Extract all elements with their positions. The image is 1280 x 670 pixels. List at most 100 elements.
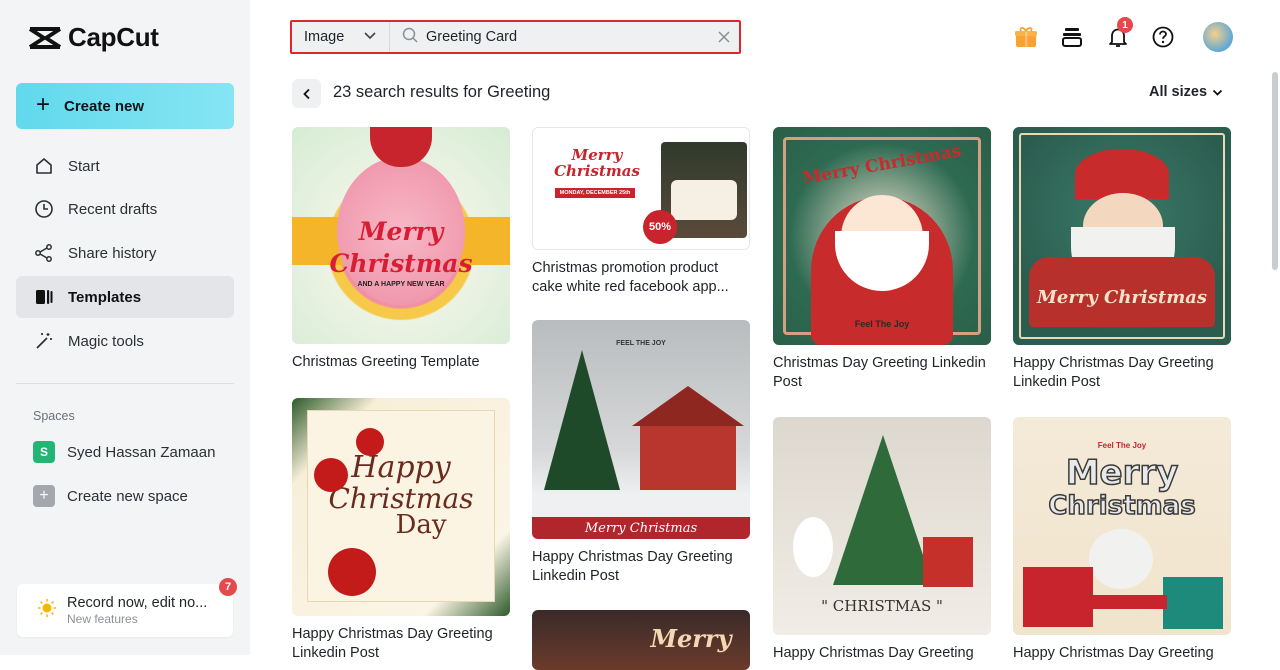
sidebar-item-label: Start <box>68 157 100 175</box>
capcut-logo[interactable]: CapCut <box>28 22 159 53</box>
thumbnail-text: Christmas <box>554 162 640 180</box>
sidebar: CapCut + Create new Start Recent drafts … <box>0 0 250 655</box>
sidebar-item-start[interactable]: Start <box>16 145 234 187</box>
thumbnail-text: Christmas <box>1048 490 1197 522</box>
search-type-value: Image <box>304 29 345 45</box>
layers-icon[interactable] <box>1056 21 1088 53</box>
record-subtitle: New features <box>67 612 138 626</box>
template-card[interactable]: Merry Christmas FEEL THE JOY Happy Chris… <box>532 320 750 585</box>
template-title: Christmas Day Greeting Linkedin Post <box>773 355 986 390</box>
thumbnail-text: FEEL THE JOY <box>616 340 666 347</box>
templates-icon <box>34 287 54 307</box>
space-item[interactable]: S Syed Hassan Zamaan <box>33 441 215 463</box>
thumbnail-text: Merry Christmas <box>1036 287 1208 308</box>
gift-icon[interactable] <box>1010 21 1042 53</box>
record-badge: 7 <box>219 578 237 596</box>
thumbnail-text: Merry Christmas <box>584 521 698 536</box>
sidebar-item-label: Templates <box>68 288 142 306</box>
template-title: Christmas promotion product cake white r… <box>532 260 729 295</box>
template-thumbnail: " CHRISTMAS " <box>773 417 991 635</box>
thumbnail-text: " CHRISTMAS " <box>821 597 943 615</box>
search-field <box>390 27 709 48</box>
thumbnail-house <box>640 420 736 490</box>
scrollbar[interactable] <box>1272 72 1278 270</box>
share-icon <box>34 243 54 263</box>
home-icon <box>34 156 54 176</box>
create-new-label: Create new <box>64 97 145 115</box>
back-button[interactable] <box>292 79 321 108</box>
thumbnail-text: Day <box>395 510 447 540</box>
thumbnail-text: Merry <box>1065 452 1179 494</box>
plus-icon: + <box>33 485 55 507</box>
record-now-card[interactable]: Record now, edit no... New features 7 <box>17 578 237 637</box>
sizes-dropdown[interactable]: All sizes <box>1149 84 1223 100</box>
template-card[interactable]: Merry Christmas AND A HAPPY NEW YEAR Chr… <box>292 127 510 372</box>
thumbnail-tree <box>833 435 933 585</box>
search-icon <box>402 27 418 48</box>
user-avatar[interactable] <box>1203 22 1233 52</box>
sidebar-item-label: Magic tools <box>68 332 144 350</box>
sidebar-item-share-history[interactable]: Share history <box>16 232 234 274</box>
sizes-label: All sizes <box>1149 84 1208 100</box>
spaces-heading: Spaces <box>33 409 75 423</box>
results-title: 23 search results for Greeting <box>333 83 551 101</box>
thumbnail-tree <box>544 350 620 490</box>
template-card[interactable]: Merry Christmas Feel The Joy Christmas D… <box>773 127 991 391</box>
thumbnail-text: AND A HAPPY NEW YEAR <box>357 281 445 288</box>
sidebar-item-recent-drafts[interactable]: Recent drafts <box>16 188 234 230</box>
template-title: Happy Christmas Day Greeting <box>773 645 974 661</box>
sidebar-item-templates[interactable]: Templates <box>16 276 234 318</box>
template-thumbnail: Merry <box>532 610 750 670</box>
create-new-button[interactable]: + Create new <box>16 83 234 129</box>
template-thumbnail: Merry Christmas FEEL THE JOY <box>532 320 750 539</box>
thumbnail-text: Merry <box>358 217 444 246</box>
thumbnail-text: Feel The Joy <box>854 319 910 329</box>
magic-wand-icon <box>34 331 54 351</box>
template-title: Happy Christmas Day Greeting Linkedin Po… <box>292 626 493 661</box>
template-thumbnail: Merry Christmas MONDAY, DECEMBER 25th 50… <box>532 127 750 250</box>
capcut-logo-icon <box>28 26 62 49</box>
thumbnail-text: Merry <box>650 624 732 653</box>
search-type-dropdown[interactable]: Image <box>292 22 390 52</box>
template-card[interactable]: Merry <box>532 610 750 670</box>
record-title: Record now, edit no... <box>67 595 208 611</box>
chevron-down-icon <box>363 28 377 46</box>
app-name: CapCut <box>68 22 159 52</box>
template-title: Christmas Greeting Template <box>292 354 480 370</box>
thumbnail-text: MONDAY, DECEMBER 25th <box>559 190 631 196</box>
thumbnail-gift <box>923 537 973 587</box>
clear-search-button[interactable] <box>709 22 739 52</box>
chevron-left-icon <box>302 88 310 99</box>
thumbnail-discount-badge: 50% <box>643 210 677 244</box>
help-icon[interactable] <box>1147 21 1179 53</box>
thumbnail-text: Feel The Joy <box>1097 441 1147 450</box>
create-new-space-button[interactable]: + Create new space <box>33 485 188 507</box>
thumbnail-bauble <box>328 548 376 596</box>
template-thumbnail: Merry Christmas Feel The Joy <box>1013 417 1231 635</box>
template-title: Happy Christmas Day Greeting Linkedin Po… <box>1013 355 1214 390</box>
notification-bell-button[interactable]: 1 <box>1102 17 1134 53</box>
close-icon <box>718 31 730 43</box>
sidebar-divider <box>16 383 234 384</box>
template-card[interactable]: Merry Christmas Happy Christmas Day Gree… <box>1013 127 1231 391</box>
template-card[interactable]: Merry Christmas MONDAY, DECEMBER 25th 50… <box>532 127 750 296</box>
thumbnail-bauble <box>314 458 348 492</box>
thumbnail-banner <box>1077 595 1167 609</box>
template-card[interactable]: Happy Christmas Day Happy Christmas Day … <box>292 398 510 662</box>
thumbnail-santa <box>1089 529 1153 589</box>
thumbnail-bauble <box>356 428 384 456</box>
template-thumbnail: Happy Christmas Day <box>292 398 510 616</box>
template-card[interactable]: " CHRISTMAS " Happy Christmas Day Greeti… <box>773 417 991 663</box>
template-thumbnail: Merry Christmas AND A HAPPY NEW YEAR <box>292 127 510 344</box>
create-space-label: Create new space <box>67 487 188 505</box>
template-title: Happy Christmas Day Greeting <box>1013 645 1214 661</box>
template-thumbnail: Merry Christmas <box>1013 127 1231 345</box>
template-card[interactable]: Merry Christmas Feel The Joy Happy Chris… <box>1013 417 1231 663</box>
sidebar-item-magic-tools[interactable]: Magic tools <box>16 320 234 362</box>
plus-icon: + <box>36 91 51 118</box>
search-bar: Image <box>290 20 741 54</box>
thumbnail-santa-hat <box>1075 149 1169 199</box>
search-input[interactable] <box>426 29 696 45</box>
sidebar-item-label: Recent drafts <box>68 200 158 218</box>
clock-icon <box>34 199 54 219</box>
